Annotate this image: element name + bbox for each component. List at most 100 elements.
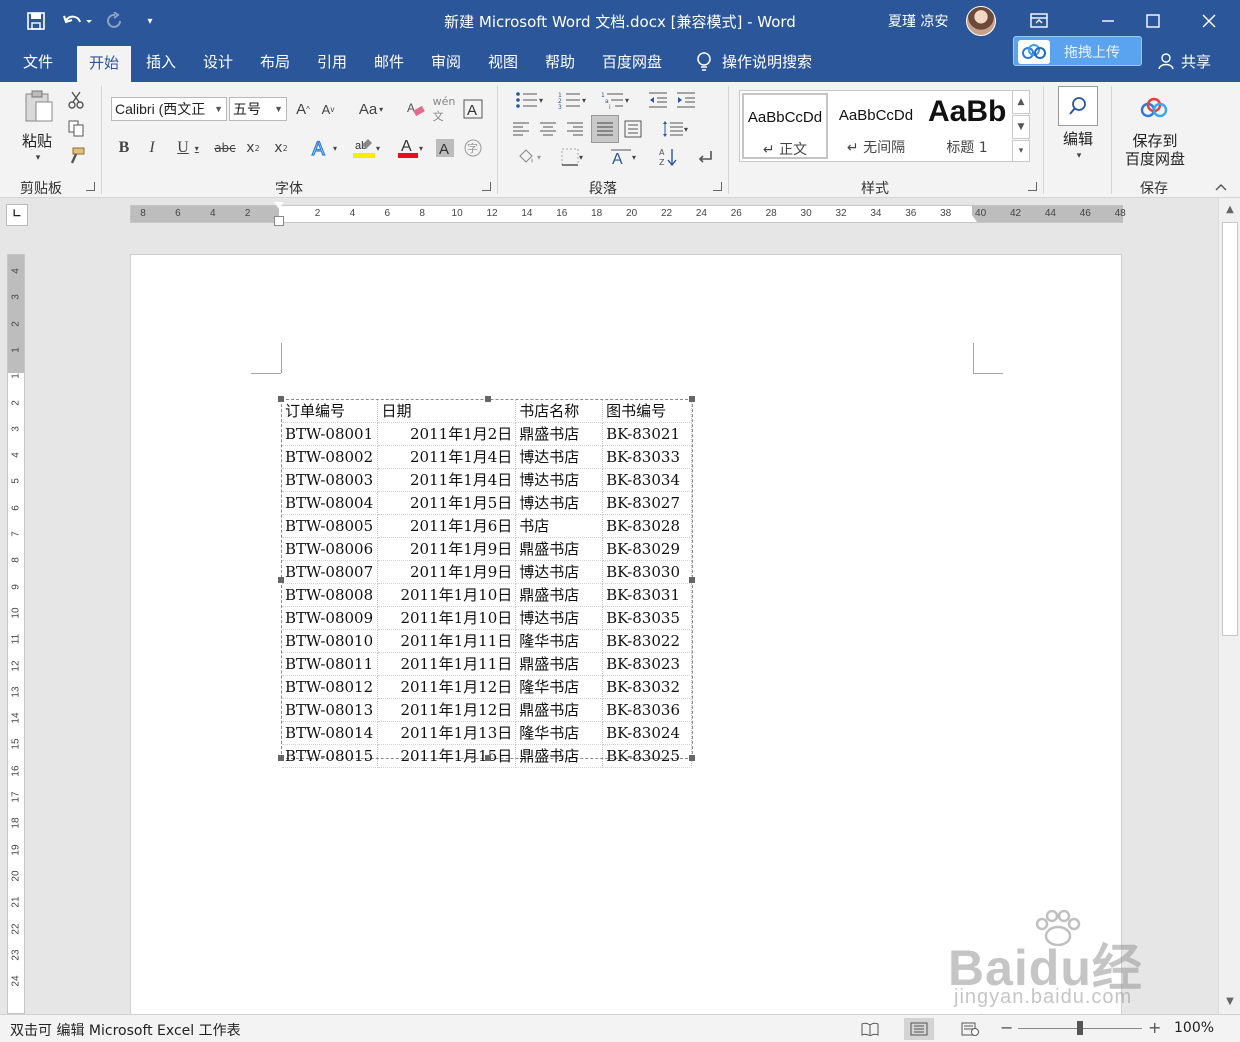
tab-layout[interactable]: 布局 [251, 42, 299, 82]
scroll-down-icon[interactable]: ▼ [1222, 994, 1238, 1010]
bold-icon[interactable]: B [114, 136, 134, 160]
embedded-excel-object[interactable]: 订单编号 日期 书店名称 图书编号 BTW-08001 2011年1月2日 鼎盛书店… [278, 396, 695, 769]
chinese-layout-icon[interactable]: A ▾ [604, 146, 642, 168]
paragraph-launcher-icon[interactable] [713, 182, 722, 191]
editing-button[interactable]: 编辑 [1056, 128, 1100, 148]
enclose-characters-icon[interactable]: 字 [462, 136, 484, 160]
close-icon[interactable] [1186, 0, 1232, 42]
copy-icon[interactable] [66, 118, 86, 138]
resize-handle[interactable] [278, 755, 284, 761]
text-effects-icon[interactable]: A ▾ [306, 136, 342, 160]
avatar[interactable] [966, 6, 996, 36]
zoom-out-button[interactable]: − [1000, 1018, 1013, 1037]
grow-font-icon[interactable]: A ^ [292, 97, 314, 121]
phonetic-guide-icon[interactable]: wén 文 [432, 95, 456, 123]
italic-icon[interactable]: I [142, 136, 162, 160]
tab-help[interactable]: 帮助 [536, 42, 584, 82]
scroll-up-icon[interactable]: ▲ [1222, 202, 1238, 218]
tab-review[interactable]: 审阅 [422, 42, 470, 82]
tab-view[interactable]: 视图 [479, 42, 527, 82]
resize-handle[interactable] [278, 396, 284, 402]
tab-baidu-netdisk[interactable]: 百度网盘 [596, 42, 668, 82]
tab-home[interactable]: 开始 [77, 46, 131, 82]
font-size-combo[interactable]: 五号 ▼ [229, 97, 287, 121]
tell-me-search[interactable]: 操作说明搜索 [722, 42, 822, 82]
resize-handle[interactable] [485, 755, 491, 761]
shrink-font-icon[interactable]: Av [317, 97, 339, 121]
scroll-thumb[interactable] [1222, 222, 1238, 636]
share-button[interactable]: 共享 [1178, 42, 1214, 82]
paste-dropdown-icon[interactable]: ▾ [30, 152, 46, 164]
gallery-scroll-up-icon[interactable]: ▲ [1012, 90, 1030, 114]
editing-dropdown-icon[interactable]: ▾ [1072, 150, 1086, 162]
upload-button[interactable]: 拖拽上传 [1013, 36, 1142, 66]
save-icon[interactable] [22, 8, 50, 34]
superscript-icon[interactable]: x2 [270, 136, 292, 160]
borders-icon[interactable]: ▾ [553, 146, 591, 168]
style-no-spacing[interactable]: AaBbCcDd ↵ 无间隔 [832, 93, 920, 159]
clipboard-launcher-icon[interactable] [86, 182, 95, 191]
read-mode-icon[interactable] [855, 1018, 885, 1040]
undo-icon[interactable] [58, 8, 96, 34]
gallery-scroll-down-icon[interactable]: ▼ [1012, 115, 1030, 139]
multilevel-list-icon[interactable]: 1 a i ▾ [596, 89, 634, 111]
paste-icon[interactable] [18, 88, 58, 124]
cut-icon[interactable] [66, 90, 86, 110]
first-line-indent-marker[interactable] [274, 202, 284, 209]
justify-icon[interactable] [591, 115, 619, 143]
font-name-combo[interactable]: Calibri (西文正 ▼ [111, 97, 227, 121]
user-name[interactable]: 夏瑾 凉安 [888, 11, 948, 31]
tab-design[interactable]: 设计 [194, 42, 242, 82]
bullets-icon[interactable]: ▾ [510, 89, 548, 111]
resize-handle[interactable] [689, 396, 695, 402]
resize-handle[interactable] [485, 396, 491, 402]
format-painter-icon[interactable] [66, 146, 86, 166]
tab-insert[interactable]: 插入 [137, 42, 185, 82]
right-indent-marker[interactable] [967, 215, 977, 222]
left-indent-marker[interactable] [274, 216, 284, 226]
strikethrough-icon[interactable]: abc [212, 136, 238, 160]
resize-handle[interactable] [278, 577, 284, 583]
style-normal[interactable]: AaBbCcDd ↵ 正文 [742, 93, 828, 159]
clear-formatting-icon[interactable]: A [404, 97, 428, 121]
highlight-icon[interactable]: ab ▾ [346, 136, 386, 160]
search-icon[interactable] [1058, 86, 1098, 126]
character-shading-icon[interactable]: A [434, 136, 456, 160]
align-left-icon[interactable] [510, 118, 532, 140]
vertical-ruler[interactable]: 4 3 2 1 1 2 3 4 5 6 7 8 9 10 11 12 13 14 15 16 17 18 19 20 21 22 2… [7, 254, 25, 1014]
sort-icon[interactable]: AZ [656, 146, 680, 168]
change-case-icon[interactable]: Aa ▾ [352, 97, 390, 121]
font-color-icon[interactable]: A ▾ [390, 136, 430, 160]
decrease-indent-icon[interactable] [646, 89, 670, 111]
align-center-icon[interactable] [537, 118, 559, 140]
line-spacing-icon[interactable]: ▾ [656, 118, 694, 140]
distributed-icon[interactable] [622, 118, 644, 140]
tab-file[interactable]: 文件 [14, 42, 62, 82]
collapse-ribbon-icon[interactable] [1212, 180, 1230, 194]
document-page[interactable]: 订单编号 日期 书店名称 图书编号 BTW-08001 2011年1月2日 鼎盛书店… [130, 254, 1122, 1014]
font-launcher-icon[interactable] [482, 182, 491, 191]
resize-handle[interactable] [689, 755, 695, 761]
underline-icon[interactable]: U ▾ [170, 136, 206, 160]
subscript-icon[interactable]: x2 [242, 136, 264, 160]
show-formatting-icon[interactable] [694, 146, 716, 168]
save-to-baidu-button[interactable]: 保存到 百度网盘 [1120, 130, 1190, 170]
customize-qat-icon[interactable]: ▾ [140, 8, 160, 34]
zoom-percentage[interactable]: 100% [1174, 1020, 1214, 1036]
character-border-icon[interactable]: A [462, 97, 484, 121]
print-layout-icon[interactable] [904, 1018, 934, 1040]
horizontal-ruler[interactable]: 8 6 4 2 2 4 6 8 10 12 14 16 18 20 22 24 26 28 30 32 34 36 38 40… [130, 202, 1126, 226]
paste-button-label[interactable]: 粘贴 [14, 130, 60, 150]
person-icon[interactable] [1156, 42, 1176, 82]
vertical-scrollbar[interactable]: ▲ ▼ [1218, 198, 1240, 1014]
tab-mailings[interactable]: 邮件 [365, 42, 413, 82]
tab-references[interactable]: 引用 [308, 42, 356, 82]
resize-handle[interactable] [689, 577, 695, 583]
web-layout-icon[interactable] [955, 1018, 985, 1040]
increase-indent-icon[interactable] [674, 89, 698, 111]
style-heading-1[interactable]: AaBb 标题 1 [922, 93, 1012, 159]
styles-launcher-icon[interactable] [1028, 182, 1037, 191]
zoom-slider-thumb[interactable] [1077, 1021, 1083, 1035]
redo-icon[interactable] [102, 8, 128, 34]
shading-icon[interactable]: ▾ [510, 146, 548, 168]
